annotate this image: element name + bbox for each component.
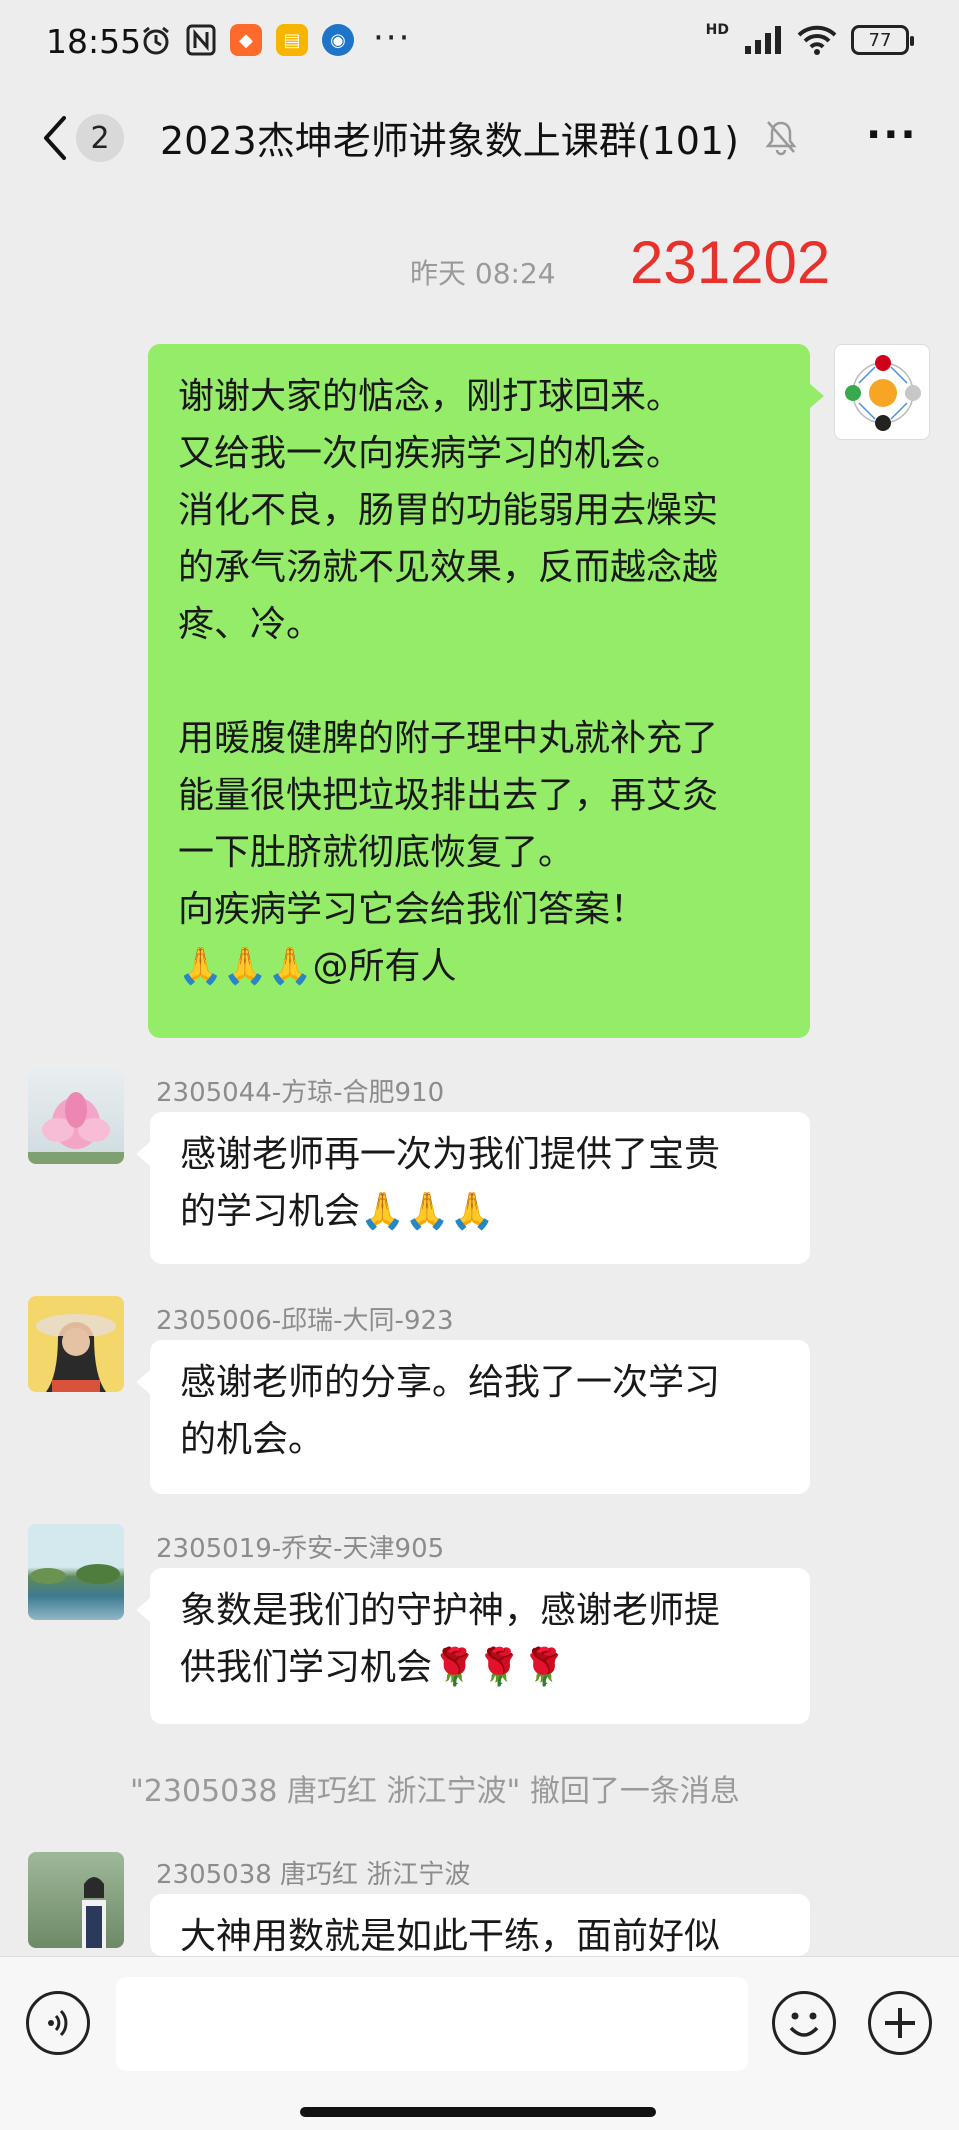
message-timestamp: 昨天 08:24	[410, 257, 556, 290]
sender-avatar[interactable]	[28, 1852, 124, 1948]
chat-title[interactable]: 2023杰坤老师讲象数上课群(101)	[160, 110, 739, 165]
sender-avatar[interactable]	[28, 1296, 124, 1392]
lotus-avatar-image	[28, 1092, 124, 1164]
notes-app-icon: ▤	[276, 24, 308, 56]
self-avatar[interactable]	[834, 344, 930, 440]
red-date-annotation: 231202	[630, 229, 831, 296]
sender-avatar[interactable]	[28, 1524, 124, 1620]
battery-icon: 77	[851, 25, 914, 55]
message-line: 一下肚脐就彻底恢复了。	[178, 832, 575, 873]
wifi-icon	[797, 25, 837, 55]
message-line: 的学习机会🙏🙏🙏	[180, 1191, 495, 1232]
message-line: 能量很快把垃圾排出去了，再艾灸	[178, 775, 719, 816]
message-line: 象数是我们的守护神，感谢老师提	[180, 1590, 721, 1631]
message-line: 谢谢大家的惦念，刚打球回来。	[178, 376, 683, 417]
unread-count-badge[interactable]: 2	[76, 114, 124, 162]
chat-input-bar	[0, 1956, 959, 2130]
nfc-icon	[186, 24, 216, 56]
message-line: 消化不良，肠胃的功能弱用去燥实	[178, 490, 719, 531]
sender-name: 2305006-邱瑞-大同-923	[156, 1306, 454, 1336]
message-bubble[interactable]: 感谢老师再一次为我们提供了宝贵 的学习机会🙏🙏🙏	[136, 1112, 810, 1264]
shopping-app-icon: ◆	[230, 24, 262, 56]
message-input[interactable]	[116, 1977, 748, 2071]
signal-icon	[745, 26, 781, 54]
message-line: 🙏🙏🙏@所有人	[178, 946, 457, 987]
mute-icon	[765, 121, 797, 156]
message-line: 又给我一次向疾病学习的机会。	[178, 433, 683, 474]
sender-name: 2305038 唐巧红 浙江宁波	[156, 1860, 471, 1890]
sender-name: 2305044-方琼-合肥910	[156, 1078, 445, 1108]
message-line: 用暖腹健脾的附子理中丸就补充了	[178, 718, 719, 759]
plus-icon[interactable]	[868, 1991, 932, 2055]
alarm-icon	[143, 26, 169, 55]
bank-app-icon: ◉	[322, 24, 354, 56]
self-message-bubble[interactable]: 谢谢大家的惦念，刚打球回来。 又给我一次向疾病学习的机会。 消化不良，肠胃的功能…	[148, 344, 824, 1038]
message-line: 供我们学习机会🌹🌹🌹	[180, 1647, 567, 1688]
voice-icon[interactable]	[26, 1991, 90, 2055]
more-icon[interactable]: ···	[866, 112, 918, 158]
status-bar: 18:55 ◆ ▤ ◉ ··· HD 77	[0, 0, 959, 88]
message-line: 的承气汤就不见效果，反而越念越	[178, 547, 719, 588]
message-line: 感谢老师再一次为我们提供了宝贵	[180, 1134, 721, 1175]
message-line: 疼、冷。	[178, 604, 323, 645]
emoji-icon[interactable]	[772, 1991, 836, 2055]
person-outdoor-avatar-image	[82, 1877, 106, 1948]
five-elements-diagram-icon	[845, 355, 921, 431]
person-hat-avatar-image	[36, 1314, 116, 1392]
status-system-icons: HD 77	[705, 22, 914, 56]
back-icon[interactable]	[34, 110, 74, 166]
network-type-label: HD	[705, 22, 729, 38]
home-indicator[interactable]	[300, 2107, 656, 2117]
status-notification-icons: ◆ ▤ ◉	[140, 24, 354, 56]
more-notifications-dots: ···	[373, 18, 412, 58]
message-line: 的机会。	[180, 1419, 325, 1460]
status-time: 18:55	[46, 22, 142, 61]
landscape-avatar-image	[30, 1564, 120, 1584]
message-bubble[interactable]: 感谢老师的分享。给我了一次学习 的机会。	[136, 1340, 810, 1494]
sender-name: 2305019-乔安-天津905	[156, 1534, 445, 1564]
sender-avatar[interactable]	[28, 1068, 124, 1164]
message-line: 感谢老师的分享。给我了一次学习	[180, 1362, 721, 1403]
recall-notice: "2305038 唐巧红 浙江宁波" 撤回了一条消息	[130, 1774, 740, 1809]
message-bubble[interactable]: 象数是我们的守护神，感谢老师提 供我们学习机会🌹🌹🌹	[136, 1568, 810, 1724]
message-bubble[interactable]: 大神用数就是如此干练，面前好似	[150, 1894, 810, 1956]
message-line: 向疾病学习它会给我们答案！	[178, 889, 647, 930]
chat-header: 2 2023杰坤老师讲象数上课群(101) ···	[0, 88, 959, 188]
message-line: 大神用数就是如此干练，面前好似	[180, 1916, 721, 1956]
